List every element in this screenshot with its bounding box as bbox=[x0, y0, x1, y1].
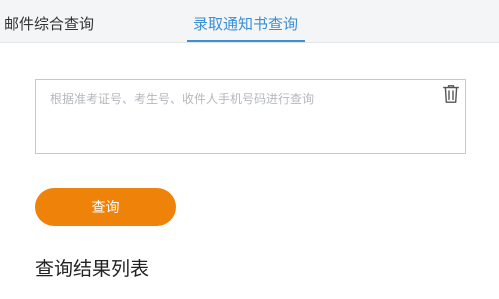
tab-bar: 邮件综合查询 录取通知书查询 bbox=[0, 0, 499, 43]
query-input-box bbox=[35, 79, 466, 154]
results-list-title: 查询结果列表 bbox=[35, 258, 150, 280]
tab-admission-letter-query[interactable]: 录取通知书查询 bbox=[193, 14, 298, 34]
tab-mail-general-query[interactable]: 邮件综合查询 bbox=[4, 14, 94, 34]
active-tab-indicator bbox=[187, 40, 305, 42]
query-button[interactable]: 查询 bbox=[35, 188, 176, 226]
trash-icon[interactable] bbox=[442, 84, 460, 104]
query-textarea[interactable] bbox=[36, 80, 465, 153]
